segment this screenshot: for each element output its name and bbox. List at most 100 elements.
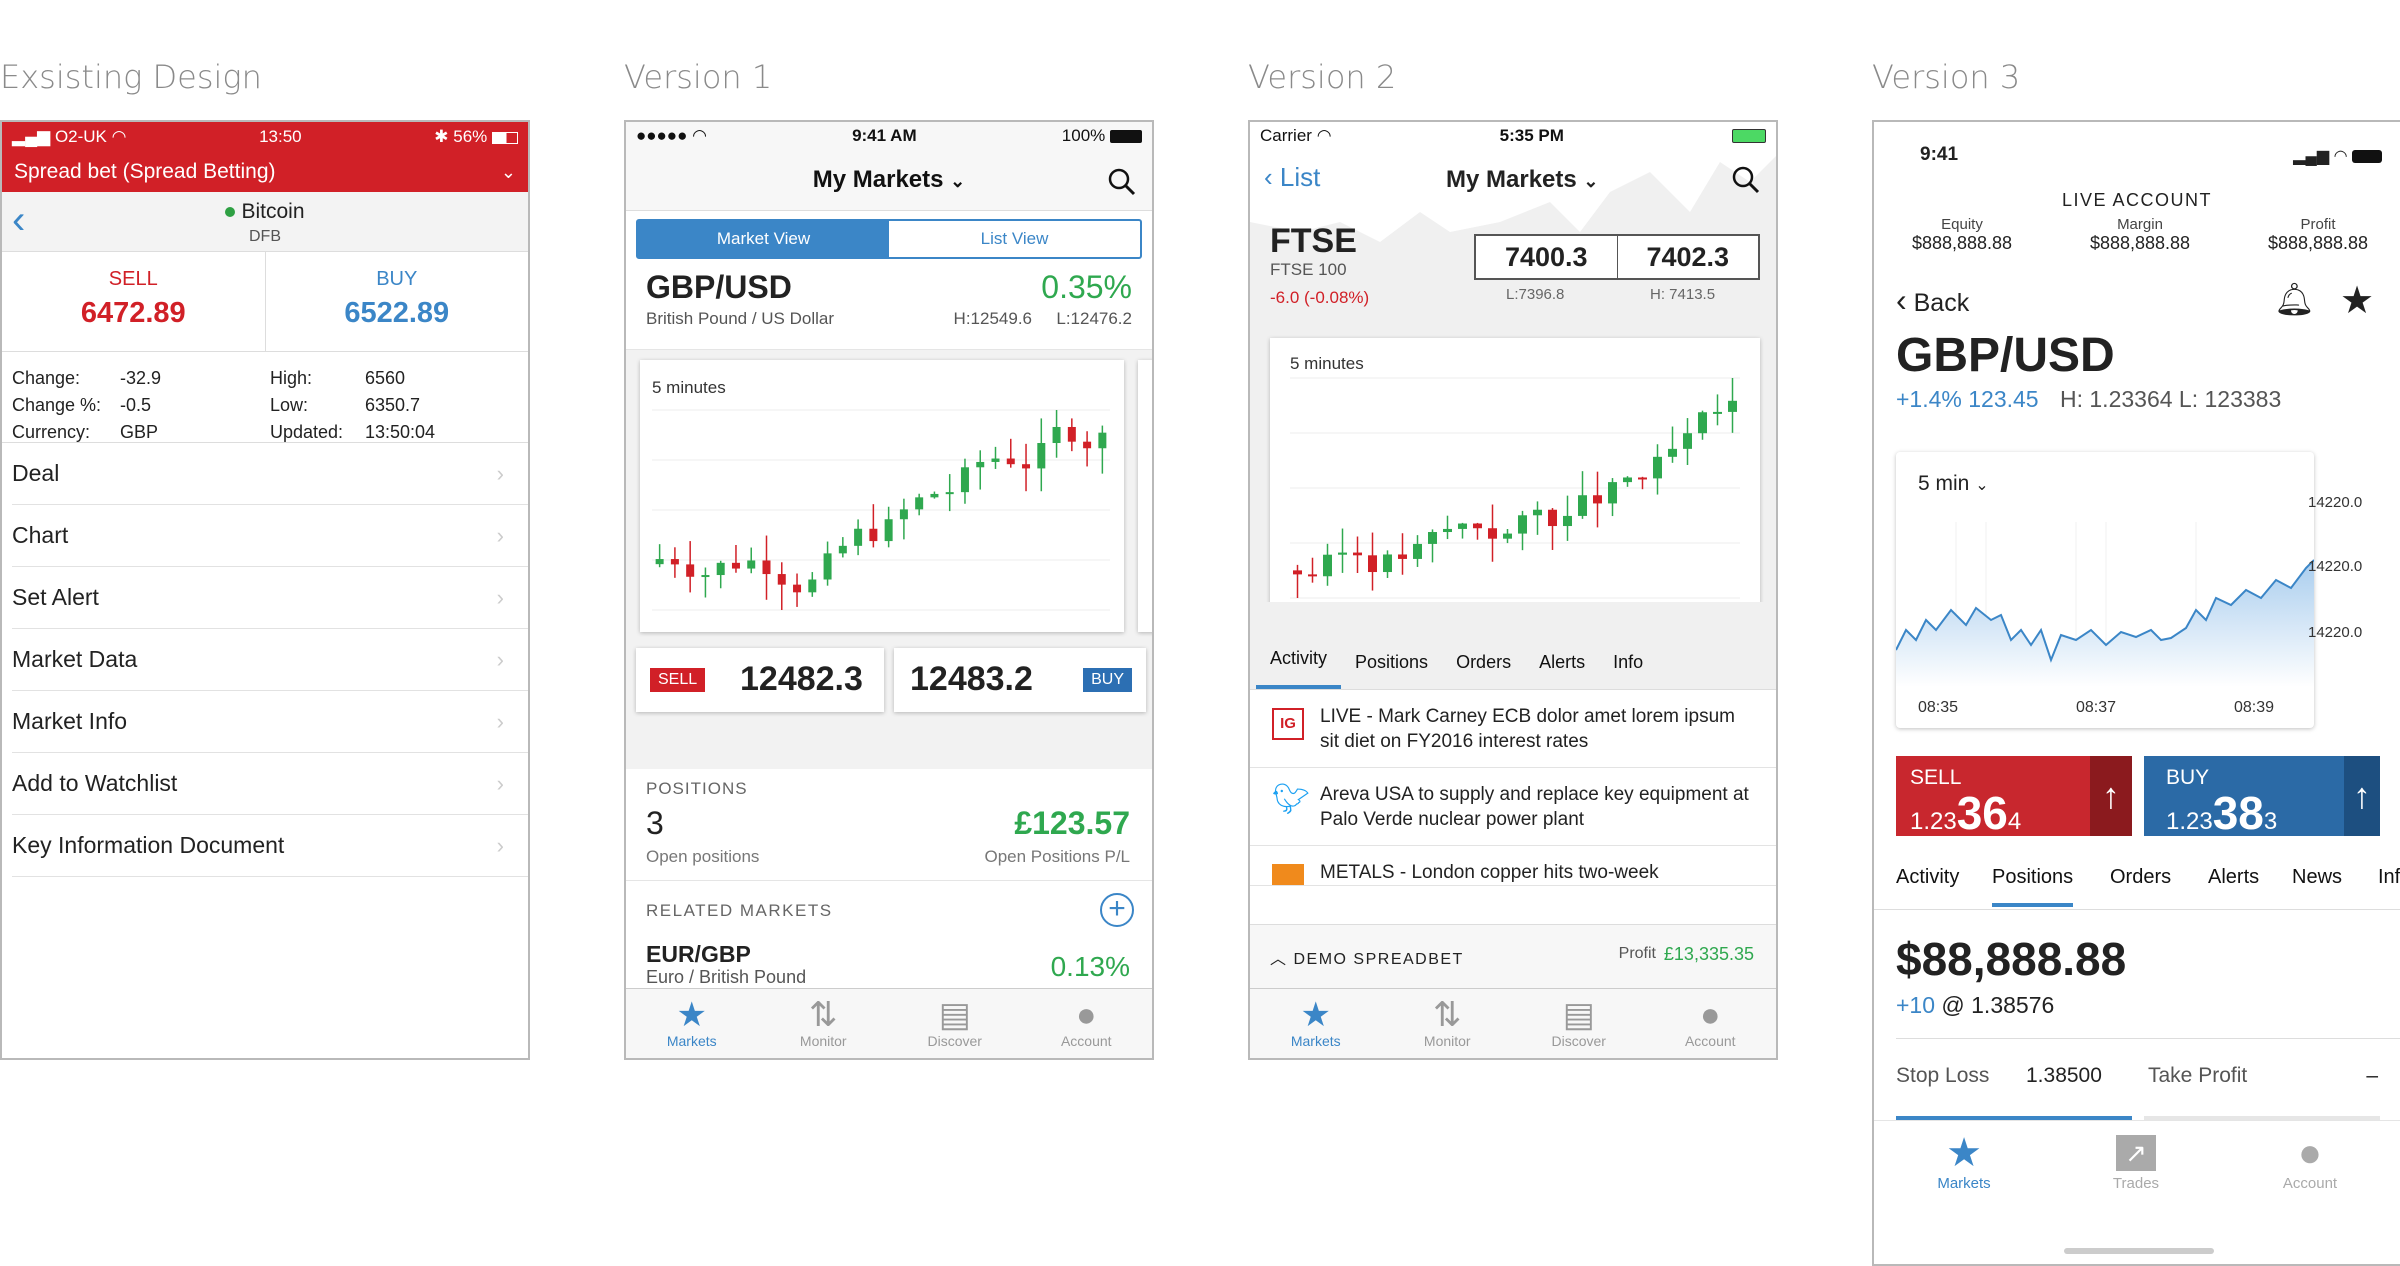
menu-item[interactable]: Chart ›: [12, 505, 528, 567]
account-selector[interactable]: Spread bet (Spread Betting) ⌄: [2, 152, 528, 192]
demo-account-bar[interactable]: ︿ DEMO SPREADBET Profit £13,335.35: [1250, 924, 1776, 988]
tab-trades[interactable]: ↗ Trades: [2086, 1131, 2186, 1192]
equity-value: $888,888.88: [1911, 233, 2013, 253]
star-icon[interactable]: ★: [2340, 278, 2374, 323]
battery-icon: [1110, 130, 1142, 144]
tab-account[interactable]: ● Account: [1021, 989, 1153, 1058]
back-button[interactable]: ‹ Back: [1896, 282, 1969, 319]
buy-price[interactable]: 7402.3: [1618, 236, 1759, 278]
tab-positions[interactable]: Positions: [1341, 652, 1442, 689]
positions-summary[interactable]: POSITIONS 3 Open positions £123.57 Open …: [626, 769, 1152, 881]
menu-item[interactable]: Market Info ›: [12, 691, 528, 753]
positions-count: 3: [646, 805, 664, 841]
buy-price-button[interactable]: BUY 6522.89: [266, 252, 529, 351]
stop-loss-label: Stop Loss: [1896, 1064, 1990, 1087]
chart-card[interactable]: 5 minutes: [640, 360, 1124, 632]
tab-discover[interactable]: ▤ Discover: [1513, 989, 1645, 1058]
stop-loss-value[interactable]: 1.38500: [2026, 1064, 2102, 1088]
search-icon[interactable]: [1732, 166, 1760, 194]
tab-account[interactable]: ● Account: [1645, 989, 1777, 1058]
stat-label: Updated:: [270, 422, 344, 442]
positions-pl: £123.57: [1014, 805, 1130, 841]
divider: [1896, 1038, 2400, 1039]
tab-discover[interactable]: ▤ Discover: [889, 989, 1021, 1058]
candle: [838, 545, 847, 554]
chart-card[interactable]: 5 min ⌄ 08:35 08:37 08:39: [1896, 452, 2314, 728]
sell-price: 6472.89: [80, 297, 186, 329]
menu-item[interactable]: Set Alert ›: [12, 567, 528, 629]
candle: [1638, 477, 1647, 480]
menu-item-label: Add to Watchlist: [12, 770, 178, 796]
y-tick-label: 14220.0: [2308, 494, 2363, 511]
bluetooth-icon: ✱: [434, 127, 449, 146]
candle: [945, 492, 954, 495]
tab-activity[interactable]: Activity: [1256, 648, 1342, 689]
menu-item-label: Deal: [12, 460, 60, 486]
tab-markets[interactable]: ★ Markets: [626, 989, 758, 1058]
news-item[interactable]: 🐦︎ Areva USA to supply and replace key eq…: [1250, 768, 1776, 846]
back-button[interactable]: ‹ List: [1264, 162, 1320, 193]
candle: [960, 467, 969, 493]
chevron-right-icon: ›: [496, 584, 504, 610]
menu-item[interactable]: Market Data ›: [12, 629, 528, 691]
related-pair-name: Euro / British Pound: [646, 967, 807, 987]
candle: [670, 559, 679, 565]
related-change: 0.13%: [1050, 951, 1130, 982]
search-icon[interactable]: [1108, 168, 1136, 196]
sell-button[interactable]: SELL 12482.3: [636, 648, 884, 712]
status-bar: ●●●●● ◠ 9:41 AM 100%: [626, 122, 1152, 150]
header-area: Carrier ◠ 5:35 PM ‹ List My Markets ⌄ FT…: [1250, 122, 1776, 622]
candle: [1293, 570, 1302, 575]
sell-price[interactable]: 7400.3: [1476, 236, 1618, 278]
tab-info[interactable]: Info: [1599, 652, 1657, 689]
news-item[interactable]: IG LIVE - Mark Carney ECB dolor amet lore…: [1250, 690, 1776, 768]
stat-label: Change:: [12, 368, 81, 388]
market-view-tab[interactable]: Market View: [638, 221, 889, 257]
account-type[interactable]: LIVE ACCOUNT: [1874, 190, 2400, 211]
bell-icon[interactable]: 🔔︎: [2274, 280, 2315, 318]
tab-positions[interactable]: Positions: [1992, 866, 2074, 907]
tab-alerts[interactable]: Alerts: [1525, 652, 1599, 689]
buy-button[interactable]: 12483.2 BUY: [894, 648, 1146, 712]
market-list-dropdown[interactable]: My Markets ⌄: [813, 166, 966, 194]
candle: [1713, 411, 1722, 414]
candlestick-chart: [652, 409, 1110, 611]
next-chart-card[interactable]: 5: [1138, 360, 1152, 632]
candle: [1518, 515, 1527, 534]
market-list-dropdown[interactable]: My Markets ⌄: [1446, 166, 1599, 194]
news-feed: IG LIVE - Mark Carney ECB dolor amet lore…: [1250, 690, 1776, 886]
tab-monitor[interactable]: ⇅ Monitor: [1382, 989, 1514, 1058]
tab-alerts[interactable]: Alerts: [2208, 866, 2259, 889]
take-profit-value[interactable]: –: [2366, 1064, 2378, 1088]
label-version-3: Version 3: [1872, 58, 2021, 96]
tab-markets[interactable]: ★ Markets: [1250, 989, 1382, 1058]
tab-monitor[interactable]: ⇅ Monitor: [758, 989, 890, 1058]
related-pair[interactable]: EUR/GBP: [646, 941, 751, 968]
candle: [808, 579, 817, 593]
positions-label: Open positions: [646, 847, 760, 866]
buy-button[interactable]: BUY 1.23383 ↑: [2144, 756, 2380, 839]
menu-item[interactable]: Key Information Document ›: [12, 815, 528, 877]
news-item[interactable]: METALS - London copper hits two-week: [1250, 846, 1776, 886]
candle: [976, 461, 985, 468]
status-time: 9:41 AM: [852, 126, 917, 145]
tab-orders[interactable]: Orders: [1442, 652, 1525, 689]
chart-card[interactable]: 5 minutes: [1270, 338, 1760, 622]
menu-item[interactable]: Deal ›: [12, 443, 528, 505]
candle: [1022, 464, 1031, 469]
tab-inf[interactable]: Inf: [2378, 866, 2400, 889]
news-source-icon: [1272, 864, 1304, 885]
sell-price-button[interactable]: SELL 6472.89: [2, 252, 266, 351]
tab-news[interactable]: News: [2292, 866, 2342, 889]
pair-high: H:12549.6: [953, 309, 1032, 328]
tab-activity[interactable]: Activity: [1896, 866, 1959, 889]
pair-change: +1.4% 123.45: [1896, 386, 2039, 412]
tab-account[interactable]: ● Account: [2260, 1131, 2360, 1192]
add-icon[interactable]: +: [1100, 893, 1134, 927]
take-profit-label: Take Profit: [2148, 1064, 2248, 1087]
sell-button[interactable]: SELL 1.23364 ↑: [1896, 756, 2132, 839]
list-view-tab[interactable]: List View: [889, 221, 1140, 257]
tab-markets[interactable]: ★ Markets: [1914, 1131, 2014, 1192]
tab-orders[interactable]: Orders: [2110, 866, 2171, 889]
menu-item[interactable]: Add to Watchlist ›: [12, 753, 528, 815]
